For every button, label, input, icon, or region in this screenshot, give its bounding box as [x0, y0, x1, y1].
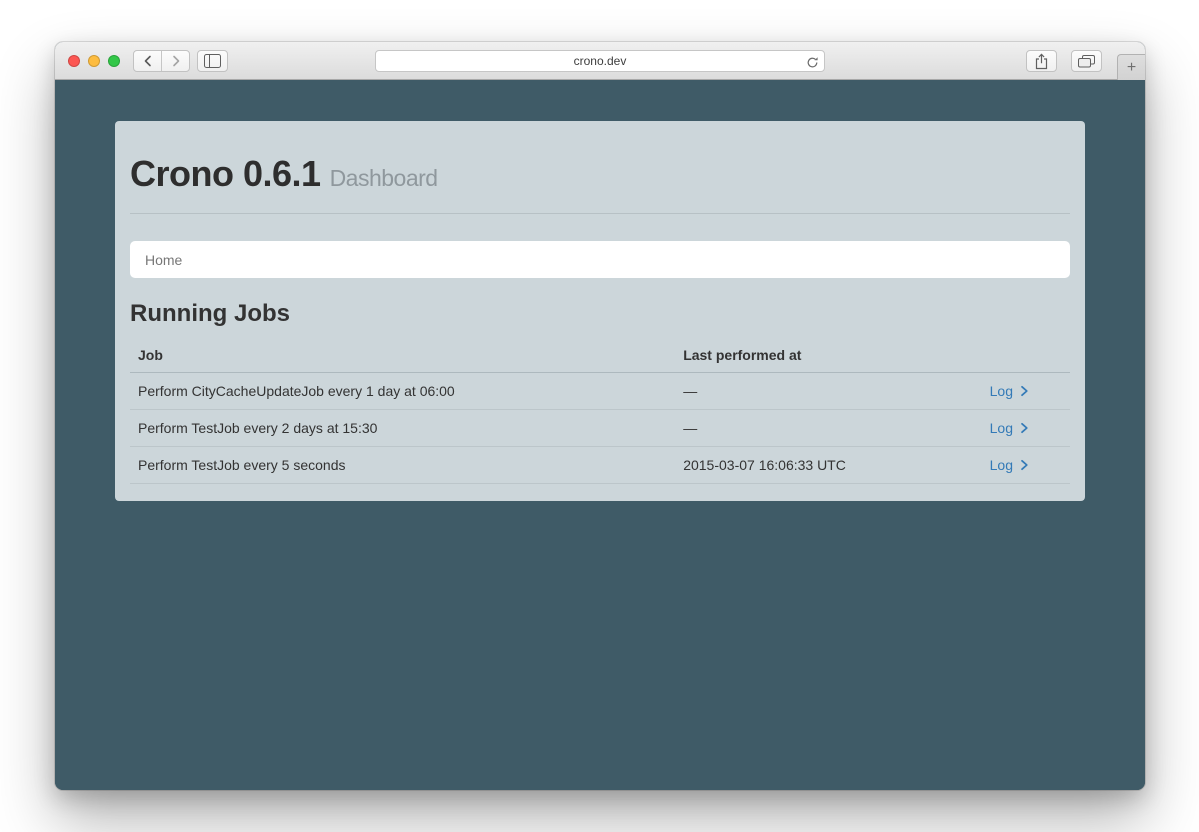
minimize-window-button[interactable]	[88, 55, 100, 67]
chevron-right-icon	[1018, 459, 1030, 471]
app-title: Crono 0.6.1	[130, 153, 321, 194]
breadcrumb: Home	[130, 241, 1070, 278]
url-text: crono.dev	[574, 54, 627, 68]
chevron-left-icon	[141, 54, 155, 68]
section-title: Running Jobs	[130, 300, 1070, 328]
zoom-window-button[interactable]	[108, 55, 120, 67]
log-link-label: Log	[990, 383, 1013, 399]
reload-button[interactable]	[804, 54, 820, 70]
last-performed-at: 2015-03-07 16:06:33 UTC	[675, 447, 929, 484]
col-header-last-performed: Last performed at	[675, 338, 929, 373]
share-icon	[1034, 53, 1049, 70]
chevron-right-icon	[1018, 385, 1030, 397]
new-tab-button[interactable]: +	[1117, 54, 1145, 80]
jobs-table: Job Last performed at Perform CityCacheU…	[130, 338, 1070, 484]
forward-button[interactable]	[162, 51, 189, 71]
breadcrumb-item-home: Home	[145, 252, 182, 268]
web-content: Crono 0.6.1 Dashboard Home Running Jobs J…	[55, 80, 1145, 790]
last-performed-at: —	[675, 410, 929, 447]
chevron-right-icon	[1018, 422, 1030, 434]
page-header: Crono 0.6.1 Dashboard	[130, 121, 1070, 214]
reload-icon	[806, 56, 819, 69]
window-controls	[68, 55, 120, 67]
log-link-label: Log	[990, 457, 1013, 473]
job-name: Perform TestJob every 5 seconds	[130, 447, 675, 484]
table-row: Perform CityCacheUpdateJob every 1 day a…	[130, 373, 1070, 410]
safari-window: crono.dev + Crono 0.6.1 Dashboard	[55, 42, 1145, 790]
table-header-row: Job Last performed at	[130, 338, 1070, 373]
last-performed-at: —	[675, 373, 929, 410]
plus-icon: +	[1127, 60, 1136, 76]
job-name: Perform CityCacheUpdateJob every 1 day a…	[130, 373, 675, 410]
share-button[interactable]	[1026, 50, 1057, 72]
sidebar-icon	[204, 54, 221, 68]
show-all-tabs-button[interactable]	[1071, 50, 1102, 72]
dashboard-panel: Crono 0.6.1 Dashboard Home Running Jobs J…	[115, 121, 1085, 501]
log-link-label: Log	[990, 420, 1013, 436]
address-bar[interactable]: crono.dev	[375, 50, 825, 72]
chevron-right-icon	[169, 54, 183, 68]
close-window-button[interactable]	[68, 55, 80, 67]
history-navigation	[133, 50, 190, 72]
page-title: Crono 0.6.1 Dashboard	[130, 153, 1070, 195]
tabs-overview-icon	[1078, 54, 1095, 68]
table-row: Perform TestJob every 2 days at 15:30 — …	[130, 410, 1070, 447]
back-button[interactable]	[134, 51, 161, 71]
browser-toolbar: crono.dev +	[55, 42, 1145, 80]
log-link[interactable]: Log	[990, 457, 1030, 473]
table-row: Perform TestJob every 5 seconds 2015-03-…	[130, 447, 1070, 484]
job-name: Perform TestJob every 2 days at 15:30	[130, 410, 675, 447]
page-subtitle: Dashboard	[330, 165, 438, 191]
sidebar-toggle-button[interactable]	[197, 50, 228, 72]
log-link[interactable]: Log	[990, 420, 1030, 436]
desktop: crono.dev + Crono 0.6.1 Dashboard	[0, 0, 1199, 832]
log-link[interactable]: Log	[990, 383, 1030, 399]
col-header-job: Job	[130, 338, 675, 373]
col-header-log	[929, 338, 1070, 373]
